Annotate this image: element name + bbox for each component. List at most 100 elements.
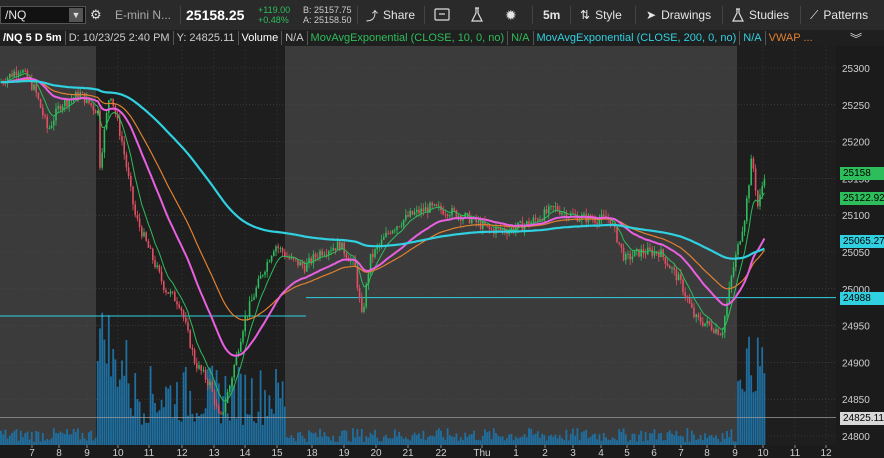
candle-body [334,248,337,251]
volume-bar [624,434,627,445]
volume-bar [275,369,277,445]
x-tick-label: 11 [144,448,155,458]
candle-body [477,220,480,223]
candle-body [671,267,673,269]
volume-bar [728,437,731,445]
volume-bar [92,440,95,445]
candle-body [323,254,326,256]
candle-body [435,204,438,206]
candle-body [603,214,605,216]
candle-body [490,228,493,230]
candle-body [9,73,11,79]
candle-body [699,317,702,323]
volume-bar [41,433,44,445]
instrument-name: E-mini N... [115,8,172,22]
candle-body [754,168,757,191]
volume-bar [396,436,398,445]
candle-body [328,251,330,255]
volume-bar [184,366,187,445]
volume-bar [138,401,141,445]
y-tick-label: 24850 [842,395,870,406]
volume-bar [33,441,35,445]
y-tick-label: 24800 [842,432,870,443]
candle-body [385,232,387,238]
volume-bar [589,436,592,445]
volume-bar [468,434,471,445]
volume-bar [543,435,546,445]
share-button[interactable]: ⤴ Share [366,0,415,30]
volume-bar [706,438,709,445]
volume-bar [2,434,5,445]
ema10-study-label[interactable]: MovAvgExponential (CLOSE, 10, 0, no) [308,32,508,44]
candle-body [61,106,64,110]
style-button[interactable]: ⇅ Style [580,0,622,30]
volume-bar [732,441,735,445]
volume-bar [547,435,550,445]
patterns-icon: ⟋ [810,7,819,22]
volume-bar [750,375,753,445]
candle-body [46,116,48,129]
candle-body [649,247,651,250]
volume-bar [536,431,539,445]
candle-body [356,266,359,289]
share-label: Share [383,8,416,22]
volume-bar [132,415,134,445]
volume-bar [316,436,319,445]
settings-icon[interactable]: ⚙ [90,0,102,30]
volume-bar [48,440,51,445]
candle-body [398,226,400,228]
candle-body [262,274,264,276]
volume-study-label[interactable]: Volume [239,32,282,44]
volume-bar [501,436,504,445]
volume-bar [165,386,167,445]
volume-bar [605,437,607,445]
volume-bar [426,437,429,445]
volume-bar [72,428,75,445]
candle-body [708,320,711,325]
candle-body [548,206,550,214]
volume-bar [308,430,310,445]
volume-bar [552,436,555,445]
volume-bar [411,435,414,445]
volume-bar [145,422,148,445]
compare-button[interactable] [434,0,450,30]
symbol-selector[interactable]: /NQ ▼ [0,6,86,24]
candle-body [358,288,361,298]
patterns-button[interactable]: ⟋ Patterns [810,0,868,30]
x-tick-label: 21 [402,448,414,458]
volume-bar [261,424,264,445]
candle-body [532,217,535,222]
bid-value: B: 25157.75 [303,5,352,15]
volume-bar [151,393,154,445]
price-chart[interactable]: 2530025250252002515025100250502500024950… [0,46,884,458]
collapse-icon[interactable]: ︾ [850,30,862,47]
vwap-study-label[interactable]: VWAP ... [766,32,816,44]
volume-bar [61,432,64,445]
interval-label: 5m [543,8,561,22]
drawings-button[interactable]: ➤ Drawings [646,0,711,30]
flask-button[interactable] [470,0,484,30]
volume-bar [57,433,60,445]
candle-body [719,334,722,336]
candle-body [273,251,275,257]
volume-bar [682,436,684,445]
volume-bar [173,404,176,445]
volume-bar [437,428,440,445]
volume-bar [160,399,163,445]
candle-body [361,297,363,312]
candle-body [633,251,636,257]
candle-body [732,267,735,277]
candle-body [123,141,125,155]
studies-button[interactable]: Studies [732,0,789,30]
volume-bar [506,438,508,445]
volume-bar [202,413,205,445]
chevron-down-icon[interactable]: ▼ [69,8,83,22]
volume-bar [462,439,464,445]
ema200-study-label[interactable]: MovAvgExponential (CLOSE, 200, 0, no) [534,32,740,44]
interval-selector[interactable]: 5m [543,0,560,30]
volume-bar [352,428,354,445]
volume-bar [492,428,495,445]
x-tick-label: 4 [598,448,604,458]
settings-gear-button[interactable]: ✹ [505,0,517,30]
volume-bar [257,411,260,445]
